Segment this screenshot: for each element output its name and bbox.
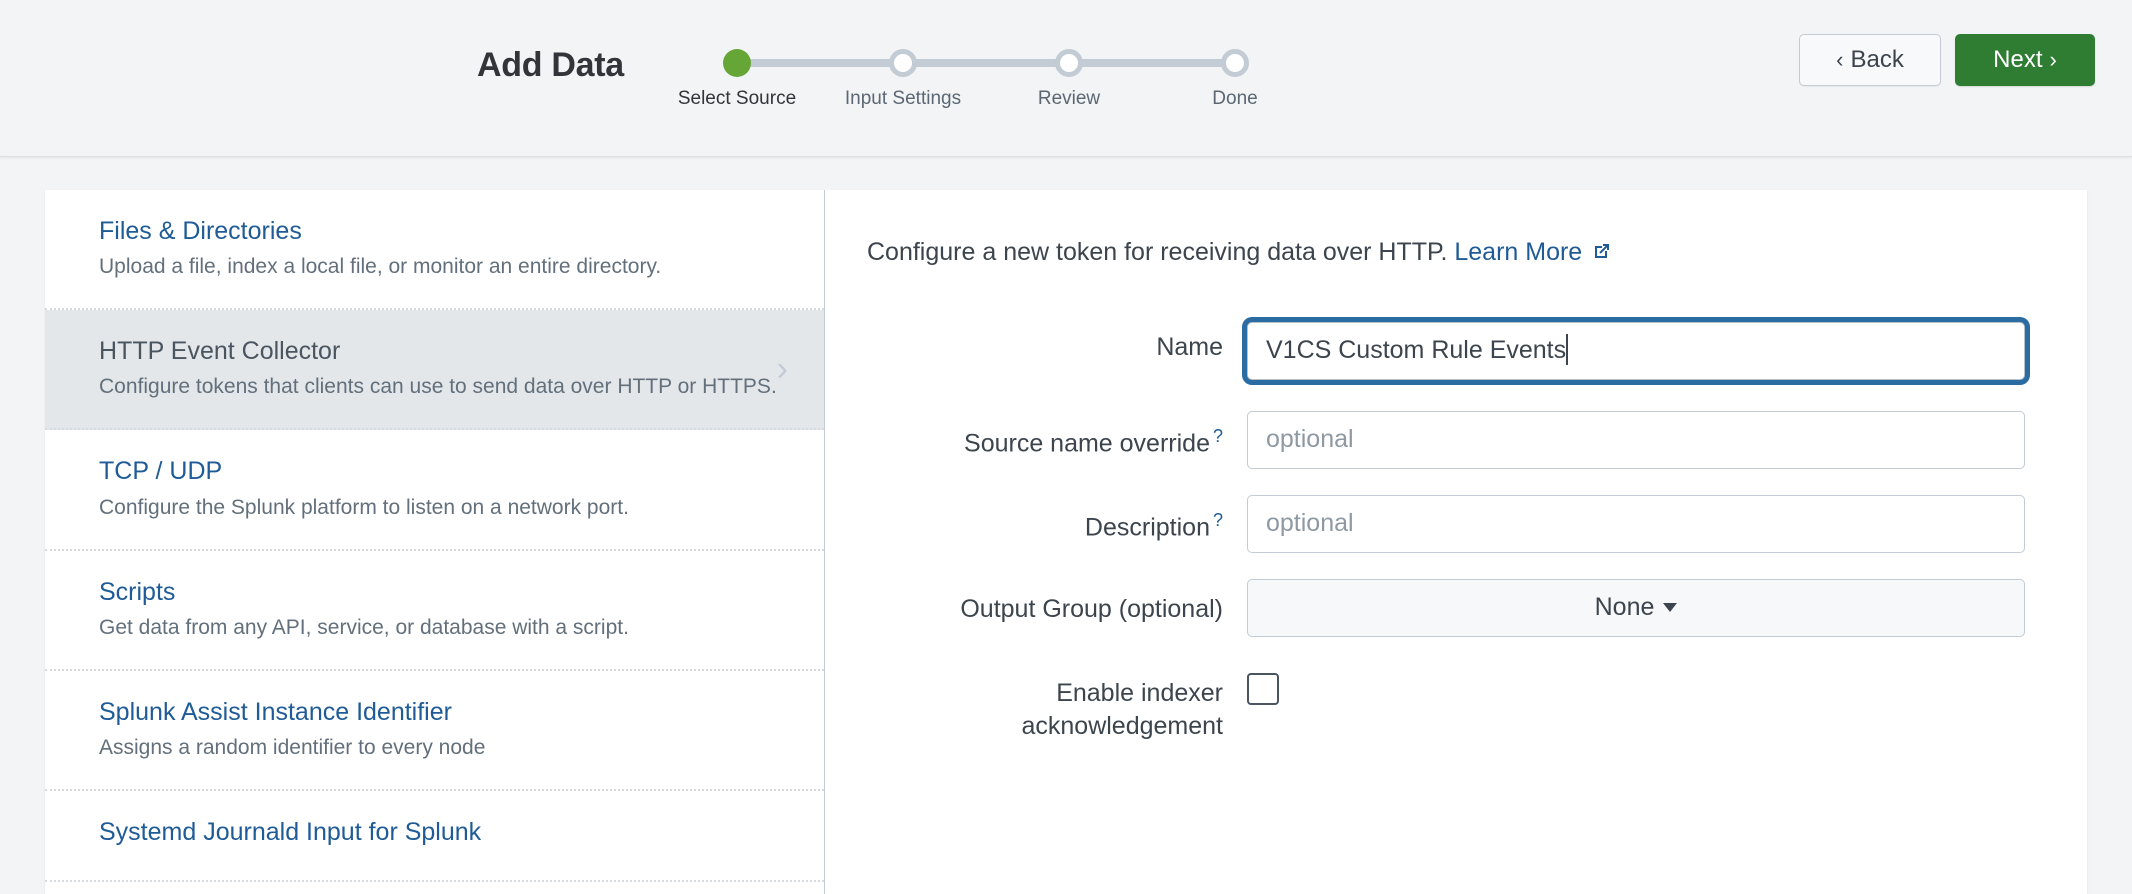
- output-group-select[interactable]: None: [1247, 578, 2025, 637]
- help-icon[interactable]: ?: [1213, 426, 1223, 446]
- name-input[interactable]: [1247, 321, 2025, 380]
- step-label: Done: [1212, 88, 1258, 109]
- source-name-override-label: Source name override?: [867, 411, 1247, 460]
- step-dot-completed-icon: [723, 49, 751, 77]
- source-title[interactable]: Splunk Assist Instance Identifier: [99, 697, 786, 728]
- form-intro-text: Configure a new token for receiving data…: [867, 238, 1448, 266]
- source-description: Configure the Splunk platform to listen …: [99, 495, 629, 519]
- back-button-label: Back: [1850, 46, 1904, 73]
- source-title[interactable]: TCP / UDP: [99, 456, 786, 487]
- label-text: Description: [1084, 512, 1210, 541]
- step-label: Input Settings: [844, 88, 962, 109]
- page-title: Add Data: [477, 46, 624, 84]
- step-dot-icon: [1055, 49, 1083, 77]
- indexer-ack-checkbox[interactable]: [1247, 672, 1279, 705]
- source-title[interactable]: Systemd Journald Input for Splunk: [99, 817, 786, 848]
- indexer-ack-label: Enable indexer acknowledgement: [1021, 678, 1223, 740]
- name-label: Name: [1156, 332, 1223, 361]
- chevron-right-icon: ›: [776, 350, 788, 389]
- step-dot-icon: [1221, 49, 1249, 77]
- step-input-settings[interactable]: Input Settings: [828, 35, 978, 110]
- external-link-icon[interactable]: [1591, 238, 1611, 271]
- name-field-wrapper: [1247, 317, 2025, 385]
- output-group-label: Output Group (optional): [960, 594, 1223, 623]
- chevron-left-icon: ‹: [1836, 47, 1844, 72]
- sidebar-item-systemd-journald-input[interactable]: Systemd Journald Input for Splunk: [45, 791, 824, 883]
- source-type-list: Files & Directories Upload a file, index…: [45, 190, 825, 894]
- source-title: HTTP Event Collector: [99, 337, 341, 366]
- sidebar-item-http-event-collector[interactable]: HTTP Event Collector Configure tokens th…: [45, 310, 824, 431]
- step-select-source[interactable]: Select Source: [662, 35, 812, 110]
- field-row-name: Name: [867, 317, 2025, 385]
- source-description: Configure tokens that clients can use to…: [99, 375, 777, 399]
- wizard-nav-buttons: ‹ Back Next ›: [1799, 34, 2095, 86]
- source-description: Upload a file, index a local file, or mo…: [99, 255, 662, 279]
- field-row-description: Description?: [867, 494, 2025, 553]
- field-row-indexer-acknowledgement: Enable indexer acknowledgement: [867, 663, 2025, 743]
- step-review[interactable]: Review: [994, 35, 1144, 110]
- sidebar-item-tcp-udp[interactable]: TCP / UDP Configure the Splunk platform …: [45, 430, 824, 551]
- step-done[interactable]: Done: [1160, 35, 1310, 110]
- output-group-selected-value: None: [1594, 593, 1655, 621]
- description-label: Description?: [867, 495, 1247, 544]
- wizard-header: Add Data Select Source Input Settings Re…: [0, 0, 2132, 157]
- field-row-output-group: Output Group (optional) None: [867, 578, 2025, 637]
- sidebar-item-scripts[interactable]: Scripts Get data from any API, service, …: [45, 550, 824, 671]
- step-dot-icon: [889, 49, 917, 77]
- source-title[interactable]: Files & Directories: [99, 216, 786, 247]
- learn-more-link[interactable]: Learn More: [1454, 238, 1582, 266]
- label-text: Source name override: [964, 428, 1210, 457]
- chevron-down-icon: [1663, 603, 1678, 612]
- field-row-source-name-override: Source name override?: [867, 410, 2025, 469]
- source-description: Assigns a random identifier to every nod…: [99, 736, 486, 760]
- sidebar-item-files-directories[interactable]: Files & Directories Upload a file, index…: [45, 190, 824, 311]
- source-description: Get data from any API, service, or datab…: [99, 615, 629, 639]
- back-button[interactable]: ‹ Back: [1799, 34, 1941, 86]
- content-panel: Files & Directories Upload a file, index…: [45, 190, 2087, 894]
- text-cursor: [1566, 333, 1569, 365]
- step-label: Select Source: [677, 88, 797, 109]
- source-title[interactable]: Scripts: [99, 577, 786, 608]
- next-button-label: Next: [1993, 46, 2043, 73]
- step-label: Review: [1037, 88, 1101, 109]
- description-input[interactable]: [1247, 494, 2025, 553]
- source-name-override-input[interactable]: [1247, 410, 2025, 469]
- help-icon[interactable]: ?: [1213, 510, 1223, 530]
- hec-token-form: Configure a new token for receiving data…: [825, 190, 2087, 894]
- chevron-right-icon: ›: [2049, 47, 2057, 72]
- next-button[interactable]: Next ›: [1955, 34, 2095, 86]
- form-intro: Configure a new token for receiving data…: [867, 236, 2025, 271]
- page-body: Files & Directories Upload a file, index…: [0, 157, 2132, 894]
- wizard-step-indicator: Select Source Input Settings Review Done: [678, 35, 1300, 125]
- sidebar-item-splunk-assist-instance-identifier[interactable]: Splunk Assist Instance Identifier Assign…: [45, 670, 824, 792]
